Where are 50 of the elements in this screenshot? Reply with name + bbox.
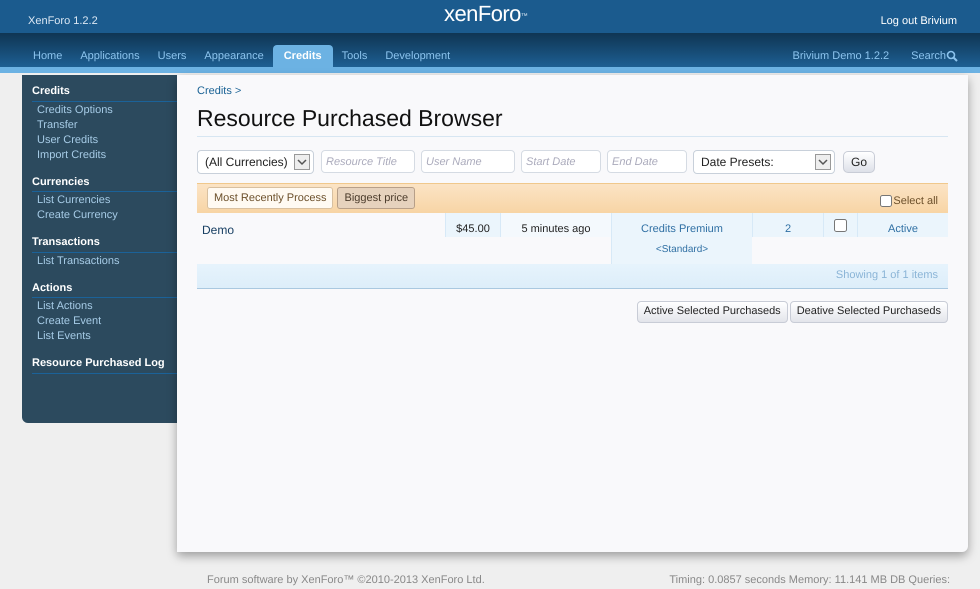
- sidebar-item[interactable]: List Transactions: [32, 254, 177, 268]
- action-button[interactable]: Active Selected Purchaseds: [636, 300, 788, 322]
- sidebar-item[interactable]: Create Currency: [32, 208, 177, 223]
- sort-button[interactable]: Most Recently Process: [207, 187, 334, 209]
- row-checkbox[interactable]: [834, 218, 847, 232]
- search-link[interactable]: Search: [911, 48, 946, 64]
- sidebar-item[interactable]: List Events: [32, 329, 177, 344]
- package-link[interactable]: Credits Premium: [641, 220, 723, 237]
- go-button[interactable]: Go: [843, 150, 876, 172]
- logo: xenForo$^{™}$: [444, 3, 528, 25]
- timing-text: Timing: 0.0857 seconds Memory: 11.141 MB DB Queries:: [669, 573, 950, 588]
- sidebar-item[interactable]: List Actions: [32, 299, 177, 314]
- table-cell: $45.00: [445, 212, 500, 236]
- search-icon[interactable]: [946, 50, 958, 62]
- table-cell-text: Demo: [201, 222, 236, 238]
- sort-button[interactable]: Biggest price: [337, 187, 416, 209]
- caret-icon: [815, 154, 831, 170]
- action-button[interactable]: Deative Selected Purchaseds: [790, 300, 948, 322]
- site-link[interactable]: Brivium Demo 1.2.2: [792, 48, 890, 64]
- table-cell: 2: [752, 212, 823, 236]
- table-cell: 5 minutes ago: [500, 212, 611, 236]
- dropdown-field[interactable]: Date Presets:: [693, 150, 835, 174]
- copyright-text: Forum software by XenForo™ ©2010-2013 XenForo Ltd.: [207, 573, 485, 588]
- logout-link[interactable]: Log out Brivium: [880, 13, 957, 30]
- nav-tab[interactable]: Appearance: [195, 45, 273, 67]
- sidebar-item[interactable]: Create Event: [32, 314, 177, 329]
- select-all-label[interactable]: Select all: [893, 192, 938, 210]
- package-type: <Standard>: [656, 243, 708, 257]
- input-field[interactable]: End Date: [607, 150, 687, 173]
- breadcrumb-link[interactable]: Credits >: [197, 83, 948, 100]
- dropdown-field[interactable]: (All Currencies): [197, 150, 314, 174]
- select-all-checkbox[interactable]: [880, 195, 892, 207]
- nav-tab[interactable]: Users: [148, 45, 196, 67]
- version-label: XenForo 1.2.2: [28, 14, 98, 30]
- nav-tab[interactable]: Home: [24, 45, 72, 67]
- item-count: Showing 1 of 1 items: [836, 268, 938, 284]
- sidebar-item[interactable]: Import Credits: [32, 148, 177, 162]
- sidebar-item[interactable]: User Credits: [32, 132, 177, 148]
- page-title: Resource Purchased Browser: [197, 102, 948, 136]
- nav-tab[interactable]: Tools: [332, 45, 376, 67]
- input-field[interactable]: User Name: [421, 150, 515, 173]
- sidebar-item[interactable]: Transfer: [32, 118, 177, 132]
- input-field[interactable]: Start Date: [521, 150, 601, 173]
- sidebar-item[interactable]: List Currencies: [32, 193, 177, 208]
- nav-tab[interactable]: Development: [376, 45, 460, 67]
- nav-tab[interactable]: Applications: [71, 45, 149, 67]
- status-link[interactable]: Active: [857, 212, 948, 236]
- caret-icon: [294, 154, 310, 170]
- sidebar-item[interactable]: Credits Options: [32, 102, 177, 118]
- input-field[interactable]: Resource Title: [321, 150, 415, 173]
